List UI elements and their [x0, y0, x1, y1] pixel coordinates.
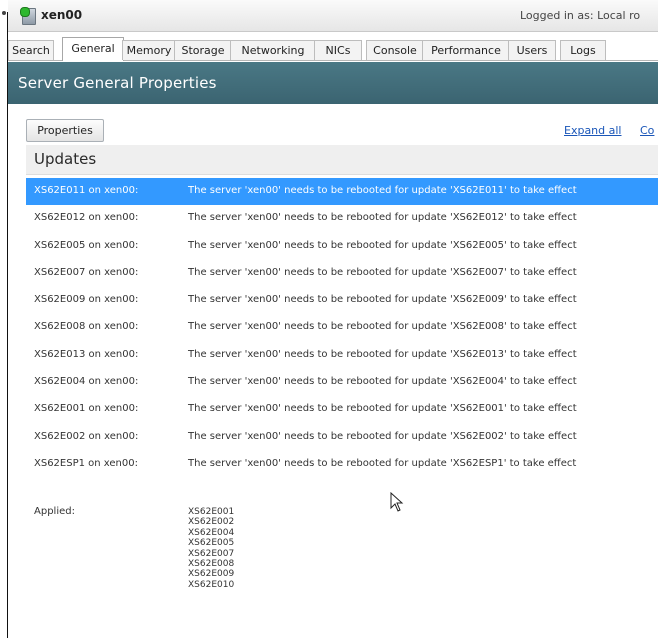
applied-update: XS62E004 [188, 527, 235, 538]
bullet-icon [2, 11, 6, 15]
update-name: XS62E008 on xen00: [34, 321, 139, 333]
update-row[interactable]: XS62E011 on xen00: The server 'xen00' ne… [26, 178, 658, 206]
login-status: Logged in as: Local ro [520, 9, 641, 22]
update-message: The server 'xen00' needs to be rebooted … [188, 239, 577, 251]
update-name: XS62E001 on xen00: [34, 403, 139, 415]
update-row[interactable]: XS62E009 on xen00: The server 'xen00' ne… [26, 287, 658, 314]
update-row[interactable]: XS62E008 on xen00: The server 'xen00' ne… [26, 314, 658, 341]
update-name: XS62E007 on xen00: [34, 266, 139, 278]
update-message: The server 'xen00' needs to be rebooted … [188, 403, 577, 415]
applied-update: XS62E007 [188, 548, 235, 559]
update-name: XS62E005 on xen00: [34, 239, 139, 251]
section-title: Server General Properties [18, 74, 217, 92]
applied-label: Applied: [34, 506, 75, 517]
tab-networking[interactable]: Networking [230, 40, 316, 60]
update-name: XS62E009 on xen00: [34, 294, 139, 306]
expand-all-link[interactable]: Expand all [564, 124, 622, 137]
tab-users[interactable]: Users [508, 40, 556, 60]
server-name: xen00 [41, 8, 83, 22]
tab-performance[interactable]: Performance [422, 40, 510, 60]
updates-header[interactable]: Updates [26, 145, 658, 175]
update-row[interactable]: XS62E013 on xen00: The server 'xen00' ne… [26, 342, 658, 369]
tab-general[interactable]: General [62, 37, 124, 61]
applied-update: XS62E008 [188, 558, 235, 569]
update-name: XS62E002 on xen00: [34, 430, 139, 442]
applied-update: XS62E010 [188, 579, 235, 590]
update-row[interactable]: XS62E002 on xen00: The server 'xen00' ne… [26, 424, 658, 451]
update-message: The server 'xen00' needs to be rebooted … [188, 185, 577, 196]
update-message: The server 'xen00' needs to be rebooted … [188, 376, 577, 388]
update-message: The server 'xen00' needs to be rebooted … [188, 294, 577, 306]
mouse-cursor-icon [390, 492, 404, 512]
update-message: The server 'xen00' needs to be rebooted … [188, 457, 577, 469]
tab-storage[interactable]: Storage [174, 40, 232, 60]
tab-nics[interactable]: NICs [314, 40, 362, 60]
update-name: XS62E011 on xen00: [34, 185, 139, 196]
collapse-link[interactable]: Co [640, 124, 654, 137]
update-name: XS62ESP1 on xen00: [34, 457, 138, 469]
update-message: The server 'xen00' needs to be rebooted … [188, 321, 577, 333]
update-message: The server 'xen00' needs to be rebooted … [188, 430, 577, 442]
applied-update: XS62E005 [188, 538, 235, 549]
applied-updates-list: XS62E001 XS62E002 XS62E004 XS62E005 XS62… [188, 507, 308, 590]
applied-update: XS62E001 [188, 507, 235, 517]
applied-update: XS62E009 [188, 569, 235, 580]
update-name: XS62E004 on xen00: [34, 376, 139, 388]
tab-memory[interactable]: Memory [122, 40, 176, 60]
tab-search[interactable]: Search [8, 40, 54, 60]
title-bar: xen00 Logged in as: Local ro [8, 0, 658, 32]
update-message: The server 'xen00' needs to be rebooted … [188, 212, 577, 224]
properties-button[interactable]: Properties [26, 119, 104, 142]
update-row[interactable]: XS62E004 on xen00: The server 'xen00' ne… [26, 369, 658, 396]
update-row[interactable]: XS62E007 on xen00: The server 'xen00' ne… [26, 260, 658, 287]
update-message: The server 'xen00' needs to be rebooted … [188, 348, 577, 360]
applied-update: XS62E002 [188, 517, 235, 528]
updates-title: Updates [34, 150, 97, 168]
update-message: The server 'xen00' needs to be rebooted … [188, 266, 577, 278]
tab-logs[interactable]: Logs [560, 40, 606, 60]
status-led-icon [20, 7, 30, 17]
window-border [7, 12, 8, 638]
section-header: Server General Properties [8, 62, 658, 104]
update-row[interactable]: XS62E012 on xen00: The server 'xen00' ne… [26, 205, 658, 232]
updates-list: XS62E011 on xen00: The server 'xen00' ne… [26, 178, 658, 478]
server-icon [20, 7, 36, 25]
tab-console[interactable]: Console [366, 40, 424, 60]
update-name: XS62E012 on xen00: [34, 212, 139, 224]
update-row[interactable]: XS62ESP1 on xen00: The server 'xen00' ne… [26, 451, 658, 478]
update-row[interactable]: XS62E001 on xen00: The server 'xen00' ne… [26, 396, 658, 423]
update-row[interactable]: XS62E005 on xen00: The server 'xen00' ne… [26, 233, 658, 260]
tab-bar: Search General Memory Storage Networking… [8, 37, 658, 61]
update-name: XS62E013 on xen00: [34, 348, 139, 360]
